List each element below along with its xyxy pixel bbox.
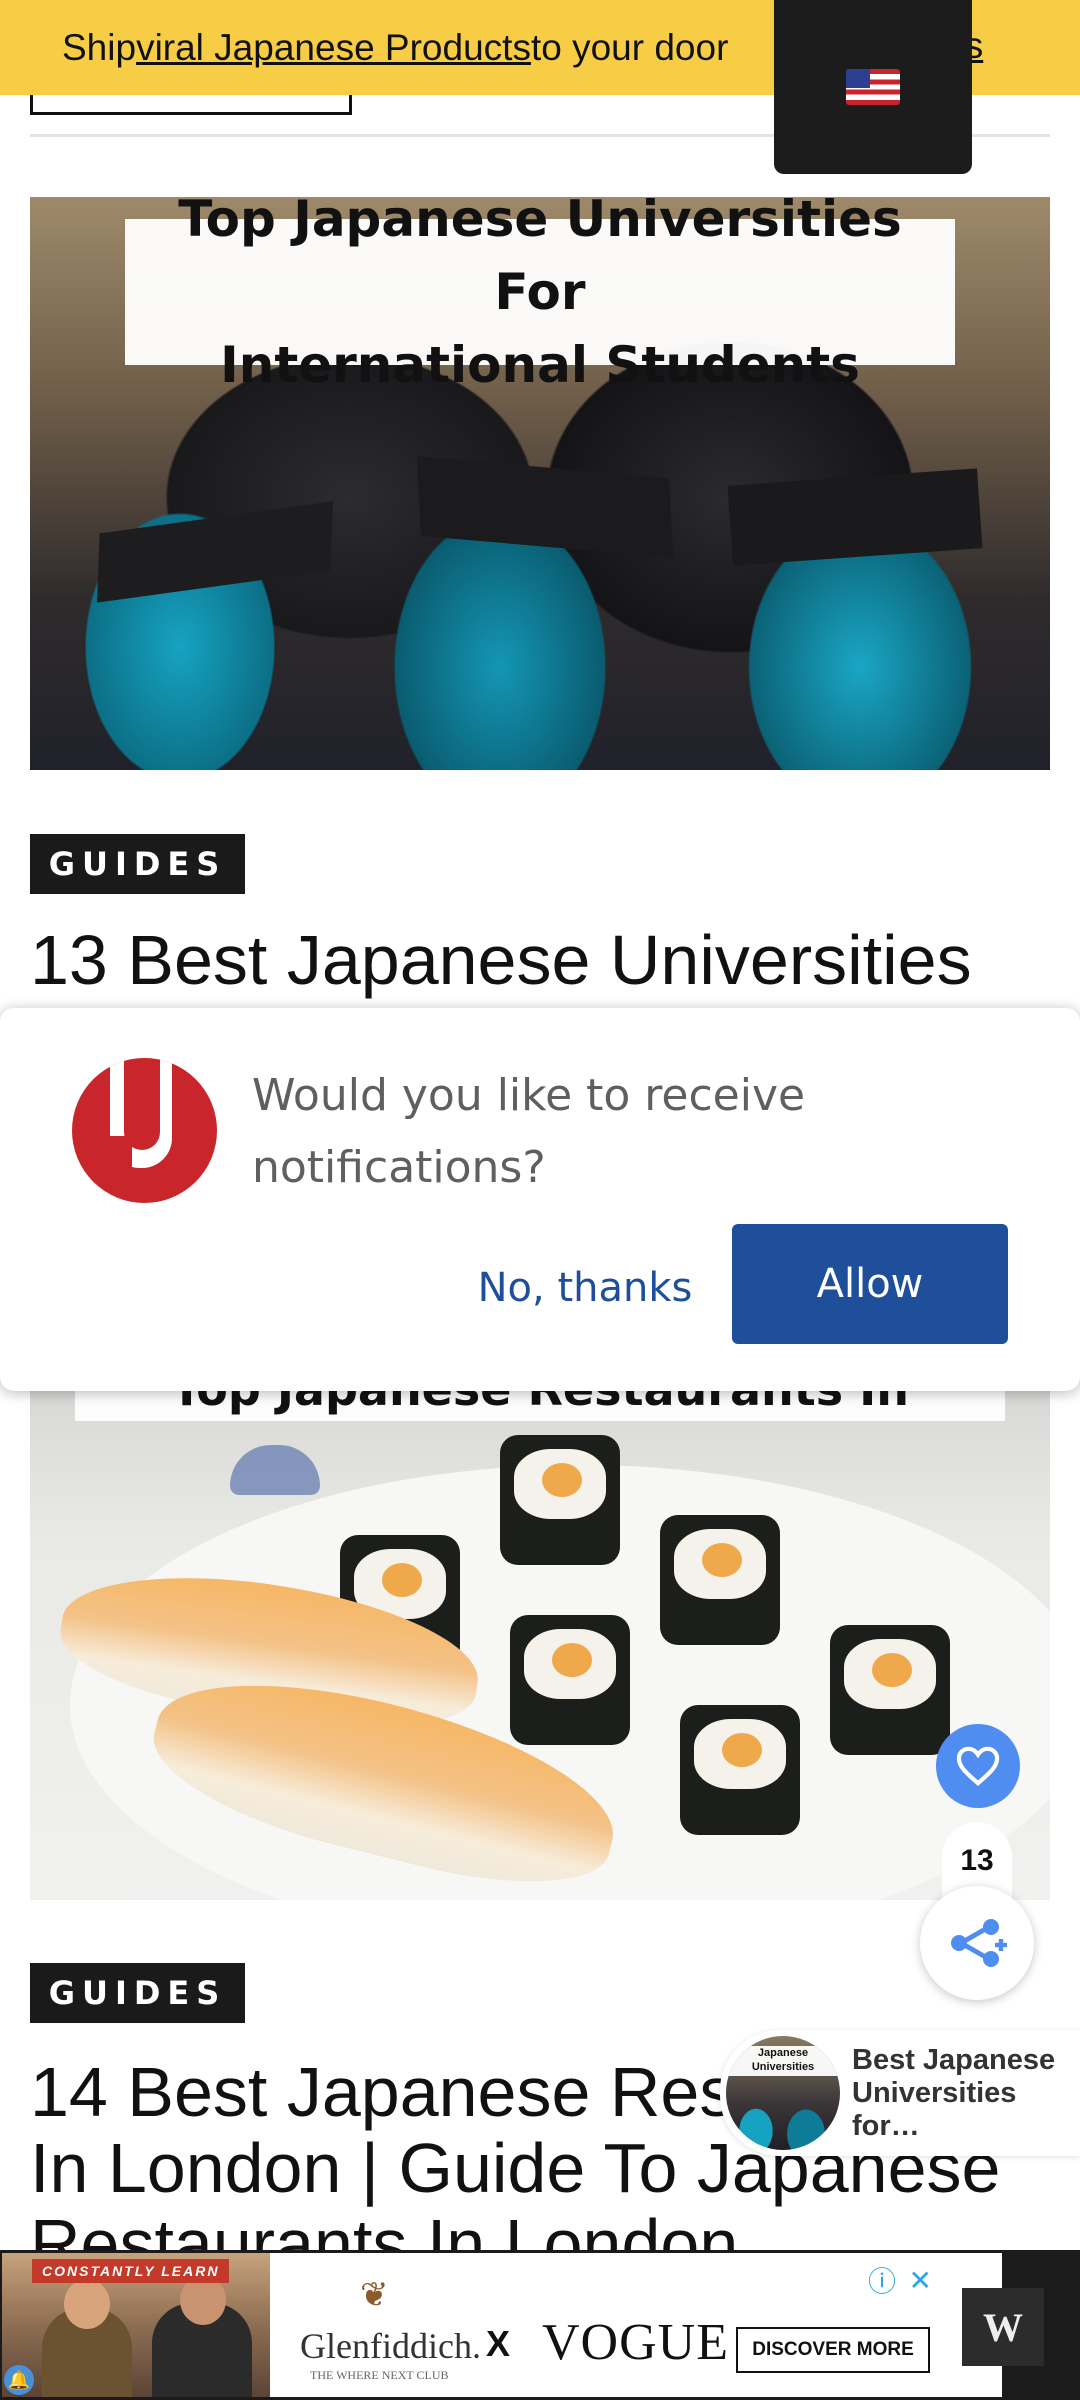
promo-link[interactable]: viral Japanese Products	[136, 27, 531, 69]
site-logo	[72, 1058, 217, 1203]
close-icon[interactable]: ✕	[909, 2264, 932, 2297]
ad-separator: X	[486, 2323, 511, 2364]
flag-us-icon	[846, 69, 900, 105]
promo-suffix: to your door	[530, 26, 729, 68]
stag-icon: ❦	[360, 2276, 389, 2314]
bottom-ad[interactable]: CONSTANTLY LEARN 🔔 ❦ Glenfiddich. THE WH…	[0, 2250, 1080, 2400]
share-button[interactable]	[920, 1886, 1034, 2000]
promo-prefix: Ship	[62, 26, 137, 68]
image-title: Top Japanese Universities For Internatio…	[125, 197, 955, 394]
related-title: Best Japanese Universities for…	[852, 2044, 1056, 2142]
decline-button[interactable]: No, thanks	[460, 1228, 710, 1348]
article-headline[interactable]: 13 Best Japanese Universities	[30, 922, 1060, 998]
ad-choices-icon[interactable]: ⓘ ✕	[868, 2263, 932, 2298]
category-tag[interactable]: GUIDES	[30, 1963, 245, 2023]
allow-button[interactable]: Allow	[732, 1224, 1008, 1344]
related-article-card[interactable]: Japanese Universities International Stud…	[720, 2030, 1080, 2156]
ad-brand-vogue: VOGUE	[542, 2314, 729, 2371]
ad-cta-button[interactable]: DISCOVER MORE	[736, 2327, 930, 2373]
ad-badge: CONSTANTLY LEARN	[32, 2259, 230, 2283]
notification-message: Would you like to receive notifications?	[252, 1070, 806, 1193]
ad-photo: CONSTANTLY LEARN	[2, 2253, 270, 2397]
language-selector[interactable]	[774, 0, 972, 174]
article-image-restaurants[interactable]: Top Japanese Restaurants In London	[30, 1385, 1050, 1900]
ad-brand-glenfiddich: Glenfiddich.	[300, 2326, 481, 2366]
share-icon	[951, 1919, 1007, 1967]
article-image-universities[interactable]: Top Japanese Universities For Internatio…	[30, 197, 1050, 770]
heart-icon	[956, 1746, 1000, 1786]
notification-bell-icon[interactable]: 🔔	[4, 2365, 34, 2395]
like-button[interactable]	[936, 1724, 1020, 1808]
ad-side-logo[interactable]: W	[962, 2288, 1044, 2366]
thumbnail-caption: Japanese Universities International Stud…	[726, 2046, 840, 2076]
ad-brand-subtitle: THE WHERE NEXT CLUB	[310, 2368, 449, 2382]
category-tag[interactable]: GUIDES	[30, 834, 245, 894]
related-thumbnail: Japanese Universities International Stud…	[726, 2036, 840, 2150]
notification-prompt: Would you like to receive notifications?…	[0, 1008, 1080, 1391]
